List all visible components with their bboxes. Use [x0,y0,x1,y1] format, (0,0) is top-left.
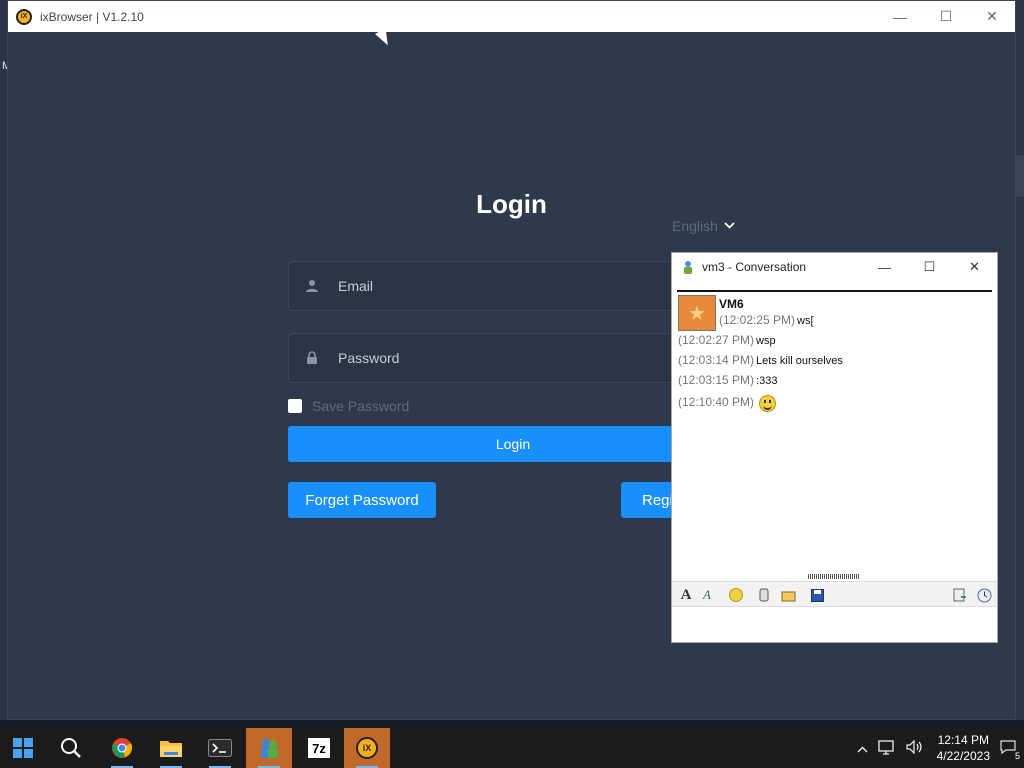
conversation-window: vm3 - Conversation — ☐ ✕ ★ VM6 (12:02:25… [671,252,998,643]
sender-name: VM6 [719,297,744,311]
login-title: Login [476,189,547,219]
nudge-icon[interactable] [755,586,773,604]
resize-grip[interactable] [808,574,860,579]
save-icon[interactable] [808,586,826,604]
font-color-icon[interactable]: A [698,586,716,604]
save-password-label: Save Password [312,398,410,414]
language-label: English [672,218,718,234]
message-input[interactable] [672,608,997,642]
ixbrowser-icon: iX [356,737,378,759]
network-icon[interactable] [877,739,896,758]
app-titlebar[interactable]: iX ixBrowser | V1.2.10 — ☐ ✕ [8,1,1015,32]
conversation-toolbar: A A [672,581,997,607]
send-file-icon[interactable] [779,586,797,604]
background-scrollbar[interactable] [1016,155,1024,197]
forget-password-button[interactable]: Forget Password [288,482,436,518]
message-item: (12:03:14 PM) Lets kill ourselves [678,353,843,367]
app-title: ixBrowser | V1.2.10 [40,9,144,24]
save-password-checkbox[interactable] [288,399,302,413]
email-input[interactable] [338,278,638,294]
message-item: (12:02:27 PM) wsp [678,333,776,347]
conversation-window-controls: — ☐ ✕ [862,253,997,281]
conversation-minimize-button[interactable]: — [862,253,907,281]
taskbar-file-explorer[interactable] [148,728,194,768]
window-controls: — ☐ ✕ [877,1,1015,32]
messenger-buddy-icon [684,261,692,274]
system-tray: 12:14 PM 4/22/2023 5 [852,728,1024,768]
conversation-titlebar[interactable]: vm3 - Conversation — ☐ ✕ [672,253,997,281]
start-button[interactable] [0,728,46,768]
message-item: (12:03:15 PM):333 [678,373,778,387]
save-password-row: Save Password [288,398,409,414]
file-explorer-icon [160,741,182,757]
close-button[interactable]: ✕ [969,1,1015,32]
minimize-button[interactable]: — [877,1,923,32]
taskbar-7zip[interactable]: 7z [296,728,342,768]
user-icon [304,278,320,294]
7zip-icon: 7z [308,738,330,758]
password-input[interactable] [338,350,638,366]
search-icon [61,738,81,758]
start-icon [13,738,33,758]
font-icon[interactable]: A [677,586,695,604]
terminal-icon [208,739,232,757]
maximize-button[interactable]: ☐ [923,1,969,32]
taskbar-messenger[interactable] [246,728,292,768]
chevron-up-icon[interactable] [857,741,868,756]
conversation-maximize-button[interactable]: ☐ [907,253,952,281]
taskbar-terminal[interactable] [197,728,243,768]
taskbar-chrome[interactable] [99,728,145,768]
conversation-divider [677,290,992,292]
ixbrowser-logo-icon: iX [16,8,32,25]
view-history-icon[interactable] [951,586,969,604]
clock-date: 4/22/2023 [936,749,990,763]
clock-time: 12:14 PM [937,733,989,747]
chrome-icon [112,738,133,758]
language-select[interactable]: English [672,218,735,234]
lock-icon [304,350,320,366]
conversation-close-button[interactable]: ✕ [952,253,997,281]
smiley-emoticon-icon [759,395,777,412]
desktop-strip [0,720,1024,728]
notification-icon[interactable]: 5 [1000,739,1020,761]
conversation-title: vm3 - Conversation [702,260,807,274]
search-button[interactable] [48,728,94,768]
notification-badge: 5 [1014,750,1020,761]
message-item: (12:10:40 PM) [678,395,777,412]
volume-icon[interactable] [906,739,924,757]
message-item: (12:02:25 PM) ws[ [719,313,814,327]
taskbar-ixbrowser[interactable]: iX [344,728,390,768]
chevron-down-icon [724,220,735,232]
taskbar-clock[interactable]: 12:14 PM 4/22/2023 [937,732,990,764]
clock-icon[interactable] [975,586,993,604]
avatar: ★ [678,295,716,331]
emoticon-icon[interactable] [727,586,745,604]
messenger-icon [261,739,278,758]
taskbar: 7z iX 12:14 PM 4/22/2023 5 [0,728,1024,768]
